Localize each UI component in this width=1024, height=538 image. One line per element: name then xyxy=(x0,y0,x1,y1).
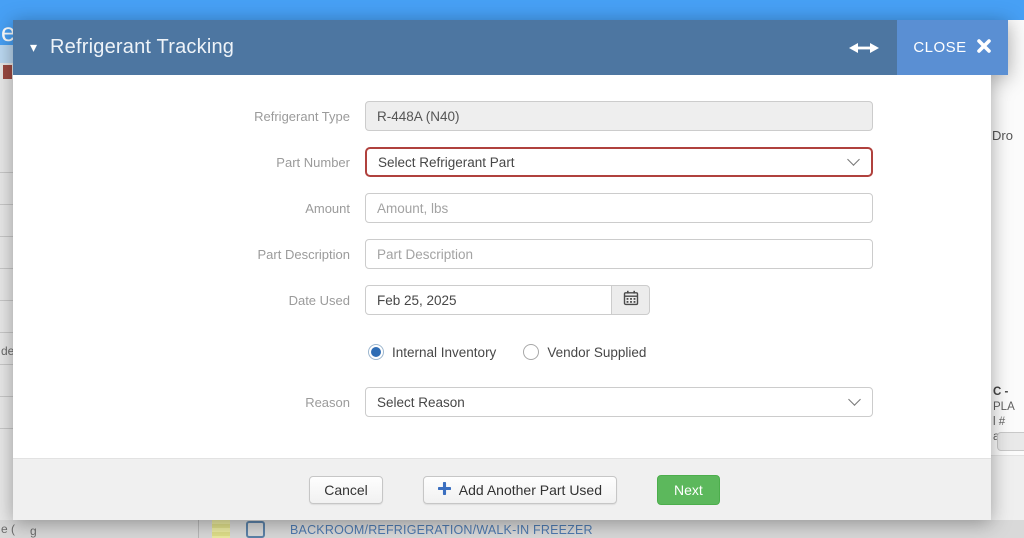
refrigerant-tracking-modal: ▾ Refrigerant Tracking CLOSE xyxy=(13,20,1008,520)
date-used-row: Date Used xyxy=(13,285,991,315)
collapse-caret-icon[interactable]: ▾ xyxy=(30,39,37,56)
amount-label: Amount xyxy=(13,201,365,216)
date-input-group xyxy=(365,285,650,315)
internal-inventory-radio[interactable]: Internal Inventory xyxy=(368,344,496,360)
reason-select[interactable]: Select Reason xyxy=(365,387,873,417)
part-description-label: Part Description xyxy=(13,247,365,262)
background-header-text-fragment: e xyxy=(0,20,14,45)
refrigerant-type-label: Refrigerant Type xyxy=(13,109,365,124)
background-left-table-edge: e de xyxy=(0,20,14,520)
date-used-label: Date Used xyxy=(13,293,365,308)
amount-row: Amount xyxy=(13,193,991,223)
cancel-button-label: Cancel xyxy=(324,482,368,498)
reason-selected-value: Select Reason xyxy=(377,395,465,410)
modal-header: ▾ Refrigerant Tracking CLOSE xyxy=(13,20,1008,75)
background-text-fragment: e ( xyxy=(1,522,15,536)
background-page-topbar xyxy=(0,0,1024,20)
calendar-icon xyxy=(623,290,639,311)
part-description-input[interactable] xyxy=(365,239,873,269)
close-x-icon xyxy=(976,38,992,58)
refrigerant-type-row: Refrigerant Type xyxy=(13,101,991,131)
close-button-label: CLOSE xyxy=(913,39,966,56)
vendor-supplied-radio[interactable]: Vendor Supplied xyxy=(523,344,646,360)
reason-row: Reason Select Reason xyxy=(13,387,991,417)
chevron-down-icon xyxy=(848,393,861,406)
background-red-badge-fragment xyxy=(3,65,12,79)
background-text-fragment: g xyxy=(30,524,37,538)
reason-label: Reason xyxy=(13,395,365,410)
chevron-down-icon xyxy=(847,153,860,166)
add-another-part-button[interactable]: Add Another Part Used xyxy=(423,476,617,504)
background-list-row: e ( g BACKROOM/REFRIGERATION/WALK-IN FRE… xyxy=(0,520,1024,538)
amount-input[interactable] xyxy=(365,193,873,223)
part-number-row: Part Number Select Refrigerant Part xyxy=(13,147,991,177)
part-description-row: Part Description xyxy=(13,239,991,269)
page: e de Dro C - PLA l # ag: e ( g BACKROOM/… xyxy=(0,0,1024,538)
calendar-button[interactable] xyxy=(612,285,650,315)
inventory-source-options: Internal Inventory Vendor Supplied xyxy=(368,343,991,361)
next-button[interactable]: Next xyxy=(657,475,720,505)
column-divider xyxy=(198,520,199,538)
refrigerant-type-field xyxy=(365,101,873,131)
part-number-selected-value: Select Refrigerant Part xyxy=(378,155,515,170)
next-button-label: Next xyxy=(674,482,703,498)
resize-horizontal-icon[interactable] xyxy=(849,42,879,54)
date-used-input[interactable] xyxy=(365,285,612,315)
modal-header-bar: ▾ Refrigerant Tracking xyxy=(13,20,897,75)
radio-selected-icon xyxy=(368,344,384,360)
background-subheader-fragment xyxy=(0,45,14,63)
location-link[interactable]: BACKROOM/REFRIGERATION/WALK-IN FREEZER xyxy=(290,523,593,537)
cancel-button[interactable]: Cancel xyxy=(309,476,383,504)
part-number-label: Part Number xyxy=(13,155,365,170)
modal-body: Refrigerant Type Part Number Select Refr… xyxy=(13,75,991,458)
part-number-select[interactable]: Select Refrigerant Part xyxy=(365,147,873,177)
modal-title: Refrigerant Tracking xyxy=(50,36,234,59)
radio-unselected-icon xyxy=(523,344,539,360)
close-button[interactable]: CLOSE xyxy=(897,20,1008,75)
internal-inventory-label: Internal Inventory xyxy=(392,345,496,360)
add-another-part-label: Add Another Part Used xyxy=(459,482,602,498)
vendor-supplied-label: Vendor Supplied xyxy=(547,345,646,360)
row-status-stripe xyxy=(212,520,230,538)
plus-icon xyxy=(438,482,451,498)
modal-footer: Cancel Add Another Part Used Next xyxy=(13,458,991,520)
row-checkbox[interactable] xyxy=(246,521,265,538)
